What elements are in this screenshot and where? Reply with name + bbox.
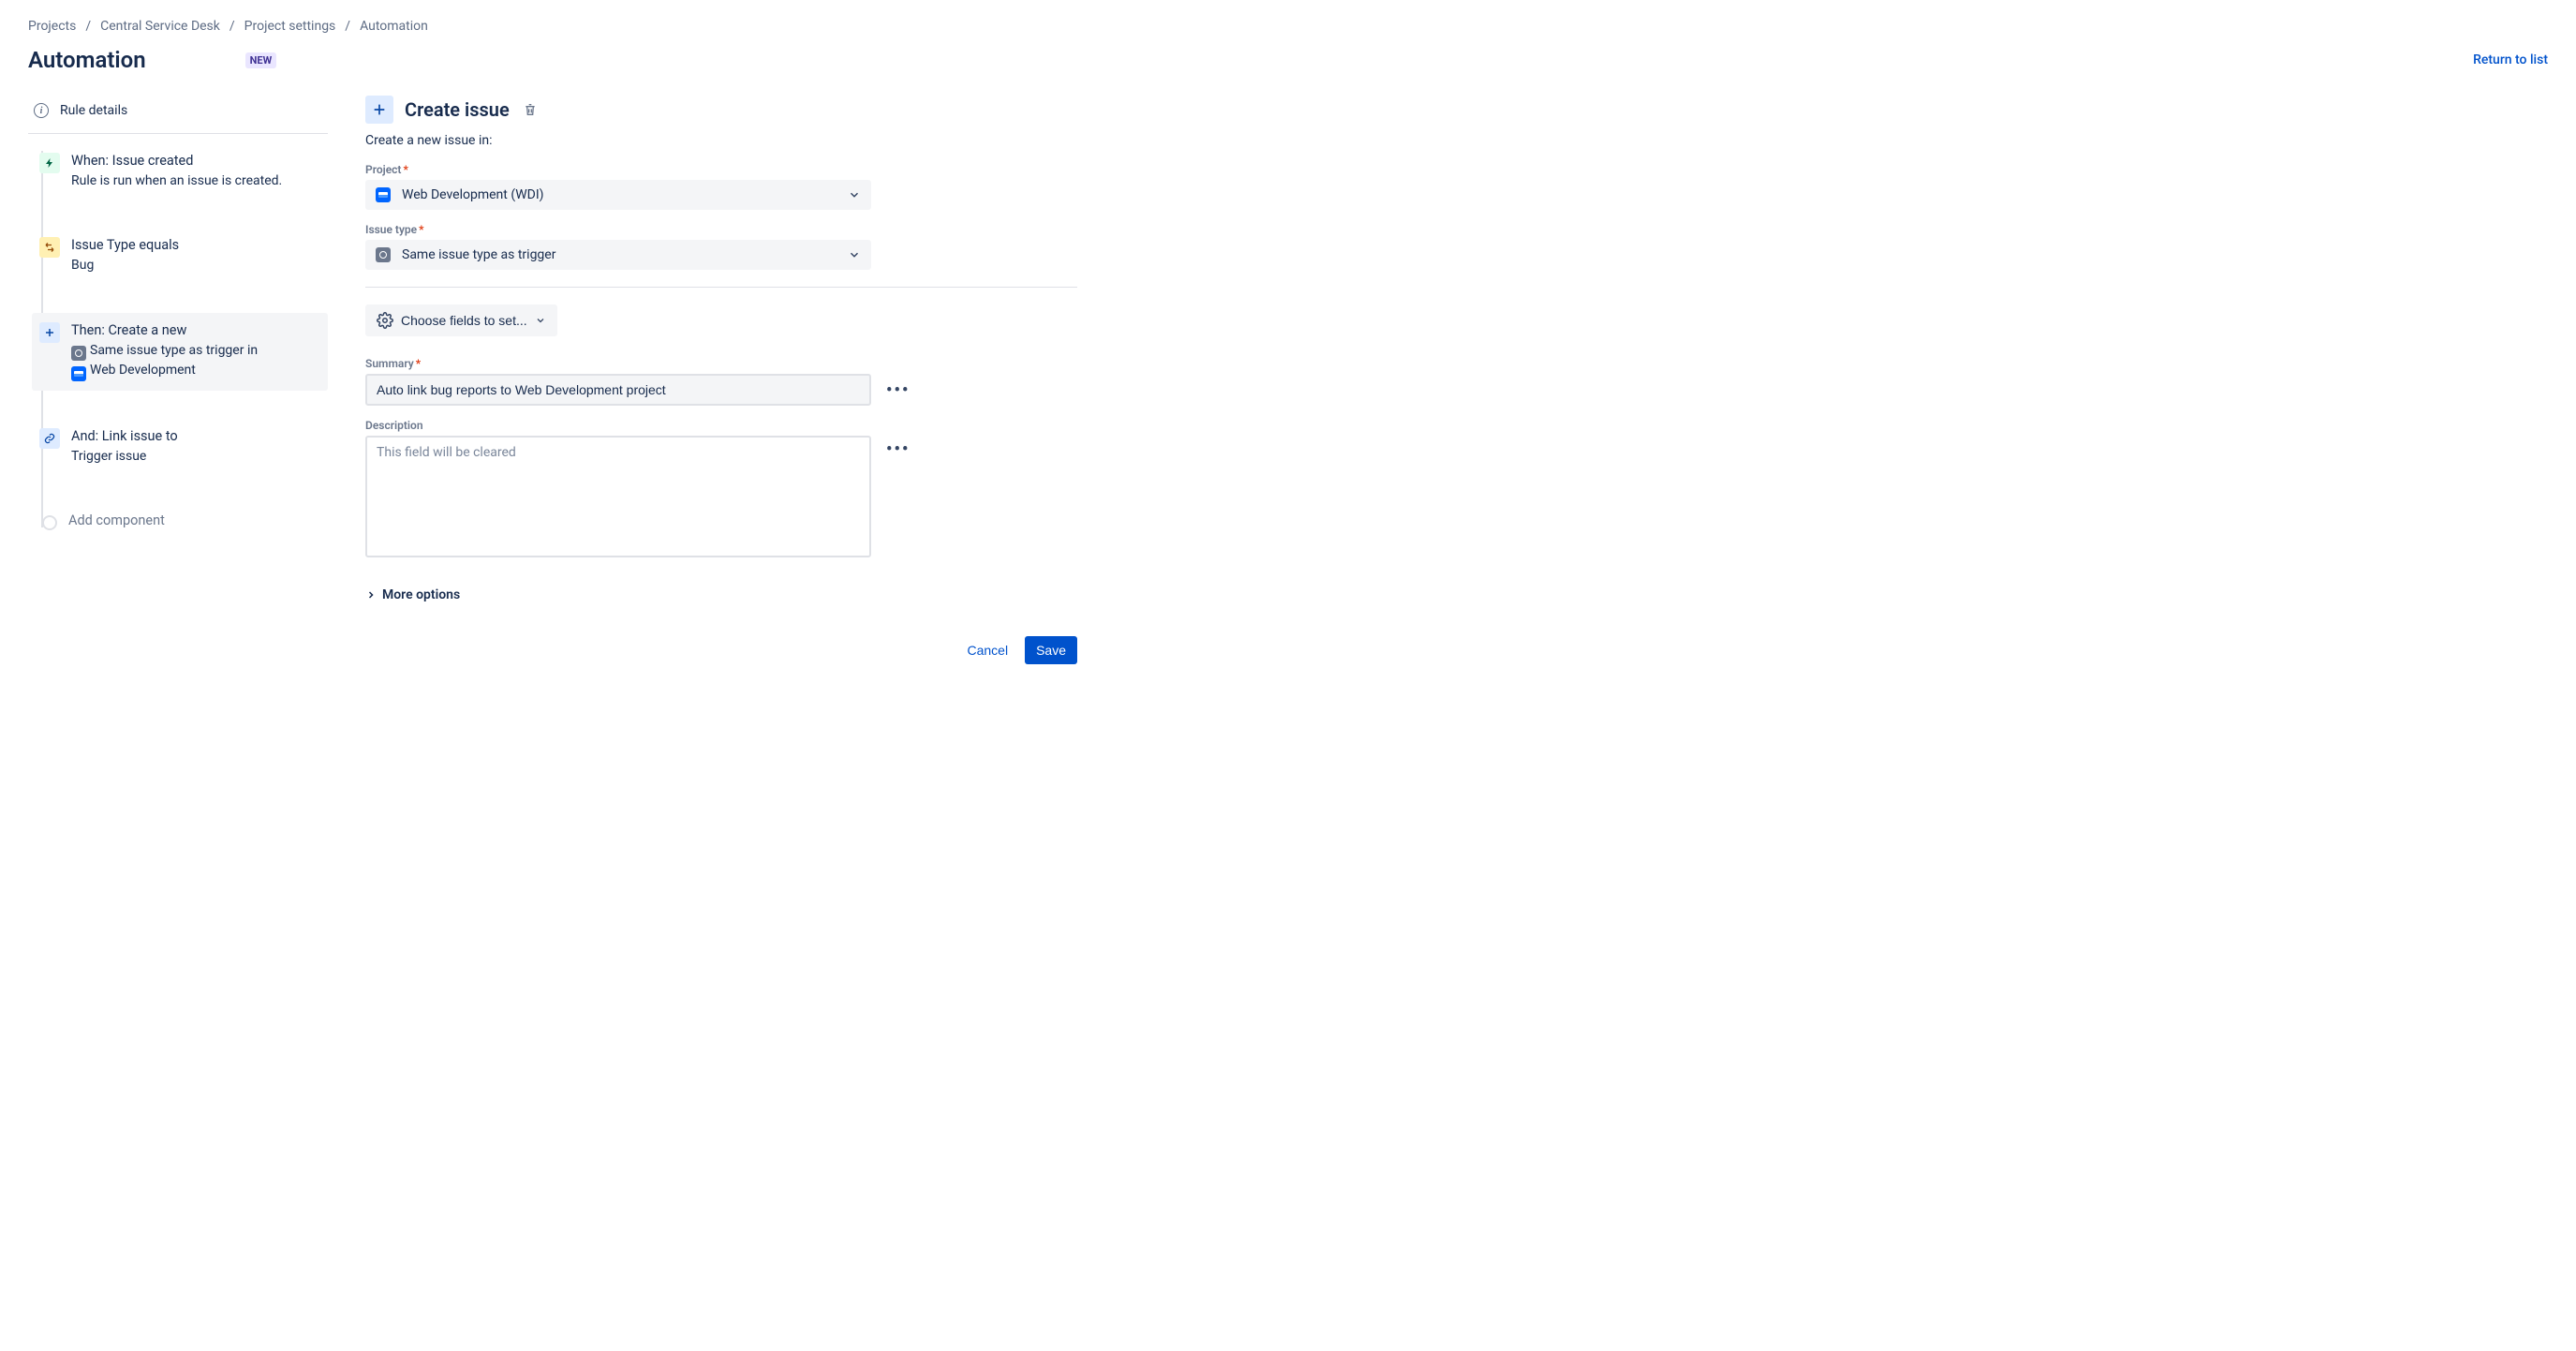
project-select[interactable]: Web Development (WDI) [365, 180, 871, 210]
chevron-down-icon [848, 248, 861, 261]
plus-icon [365, 96, 393, 124]
divider [365, 287, 1077, 288]
choose-fields-label: Choose fields to set... [401, 313, 527, 328]
project-label: Project* [365, 163, 2548, 176]
more-options-label: More options [382, 587, 460, 602]
breadcrumb-service-desk[interactable]: Central Service Desk [100, 19, 220, 34]
empty-node-icon [42, 515, 57, 530]
rule-step-subtitle: Same issue type as trigger in Web Develo… [71, 341, 320, 381]
new-lozenge: NEW [245, 52, 277, 68]
breadcrumb-separator: / [85, 19, 91, 34]
rule-step-subtitle: Trigger issue [71, 447, 320, 466]
page-header: Automation NEW Return to list [28, 47, 2548, 73]
summary-more-menu[interactable]: ••• [881, 380, 915, 400]
rule-step-trigger[interactable]: When: Issue created Rule is run when an … [32, 143, 328, 200]
chevron-down-icon [848, 188, 861, 201]
cancel-button[interactable]: Cancel [955, 636, 1019, 664]
link-icon [39, 428, 60, 449]
action-config-panel: Create issue Create a new issue in: Proj… [365, 96, 2548, 664]
plus-icon [39, 322, 60, 343]
save-button[interactable]: Save [1025, 636, 1077, 664]
summary-input[interactable] [365, 374, 871, 406]
description-more-menu[interactable]: ••• [881, 439, 915, 459]
rule-step-title: Issue Type equals [71, 237, 320, 253]
project-icon [376, 187, 391, 202]
info-icon: i [34, 103, 49, 118]
panel-subtitle: Create a new issue in: [365, 133, 2548, 148]
rule-timeline: When: Issue created Rule is run when an … [28, 143, 328, 541]
add-component-label: Add component [68, 512, 320, 528]
delete-action-button[interactable] [523, 102, 538, 117]
rule-details-label: Rule details [60, 103, 127, 118]
rule-step-condition[interactable]: Issue Type equals Bug [32, 228, 328, 284]
return-to-list-link[interactable]: Return to list [2473, 52, 2548, 67]
issuetype-label: Issue type* [365, 223, 2548, 236]
breadcrumb-separator: / [345, 19, 350, 34]
chevron-down-icon [535, 315, 546, 326]
choose-fields-button[interactable]: Choose fields to set... [365, 304, 557, 336]
more-options-toggle[interactable]: More options [365, 587, 460, 602]
lightning-icon [39, 153, 60, 173]
rule-details-item[interactable]: i Rule details [28, 96, 328, 134]
required-star: * [416, 357, 421, 370]
gear-icon [377, 312, 393, 329]
breadcrumb-projects[interactable]: Projects [28, 19, 76, 34]
project-select-value: Web Development (WDI) [402, 187, 544, 202]
summary-label: Summary* [365, 357, 2548, 370]
required-star: * [419, 223, 423, 236]
rule-builder-sidebar: i Rule details When: Issue created Rule … [28, 96, 328, 664]
breadcrumb-separator: / [229, 19, 235, 34]
breadcrumb-project-settings[interactable]: Project settings [244, 19, 336, 34]
rule-step-title: When: Issue created [71, 153, 320, 169]
rule-step-subtitle: Bug [71, 256, 320, 275]
rule-step-title: And: Link issue to [71, 428, 320, 444]
page-title: Automation [28, 47, 146, 73]
required-star: * [403, 163, 407, 176]
breadcrumb-automation[interactable]: Automation [360, 19, 428, 34]
description-label: Description [365, 419, 2548, 432]
branch-icon [39, 237, 60, 258]
issuetype-select-value: Same issue type as trigger [402, 247, 555, 262]
target-icon [71, 346, 86, 361]
breadcrumb: Projects / Central Service Desk / Projec… [28, 19, 2548, 34]
add-component-button[interactable]: Add component [32, 503, 328, 541]
target-icon [376, 247, 391, 262]
description-textarea[interactable] [365, 436, 871, 557]
issuetype-select[interactable]: Same issue type as trigger [365, 240, 871, 270]
rule-step-title: Then: Create a new [71, 322, 320, 338]
rule-step-subtitle: Rule is run when an issue is created. [71, 171, 320, 190]
rule-step-action-create[interactable]: Then: Create a new Same issue type as tr… [32, 313, 328, 391]
panel-title: Create issue [405, 98, 510, 121]
rule-step-action-link[interactable]: And: Link issue to Trigger issue [32, 419, 328, 475]
chevron-right-icon [365, 589, 377, 601]
project-icon [71, 366, 86, 381]
